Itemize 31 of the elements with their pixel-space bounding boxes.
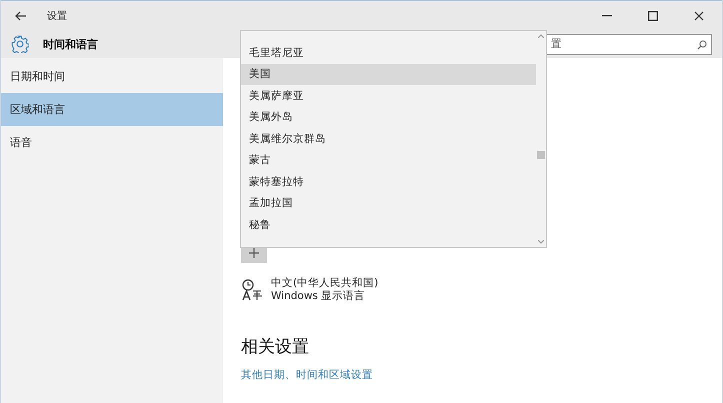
- add-language-button[interactable]: [241, 248, 267, 263]
- settings-link[interactable]: 其他日期、时间和区域设置: [241, 368, 373, 382]
- section-heading: 相关设置: [241, 336, 310, 358]
- search-field[interactable]: 置: [546, 34, 712, 54]
- scroll-up-icon[interactable]: [538, 34, 544, 38]
- dropdown-option[interactable]: 蒙古: [241, 150, 536, 171]
- plus-icon: [249, 248, 259, 258]
- back-arrow-icon[interactable]: [15, 10, 27, 20]
- sidebar-item[interactable]: 区域和语言: [1, 93, 223, 126]
- dropdown-option[interactable]: 蒙特塞拉特: [241, 171, 536, 192]
- dropdown-option[interactable]: 美属外岛: [241, 106, 536, 128]
- close-icon: [694, 10, 704, 20]
- scroll-down-icon[interactable]: [538, 240, 544, 244]
- settings-icon: [11, 35, 29, 53]
- sidebar-item[interactable]: 语音: [1, 126, 223, 159]
- scrollbar-thumb[interactable]: [537, 151, 545, 159]
- minimize-icon: [602, 14, 612, 16]
- sidebar-item[interactable]: 日期和时间: [1, 60, 223, 93]
- dropdown-option[interactable]: 美属维尔京群岛: [241, 128, 536, 150]
- dropdown-option[interactable]: 秘鲁: [241, 214, 536, 236]
- language-clock-icon: [241, 279, 263, 301]
- search-icon: [697, 40, 707, 50]
- dropdown-option[interactable]: 美属萨摩亚: [241, 85, 536, 106]
- dropdown-option[interactable]: 孟加拉国: [241, 192, 536, 214]
- window-title: 设置: [47, 10, 67, 22]
- dropdown-option[interactable]: 美国: [241, 64, 536, 85]
- page-title: 时间和语言: [43, 36, 98, 52]
- language-detail: Windows 显示语言: [271, 290, 366, 303]
- dropdown-option[interactable]: 毛里塔尼亚: [241, 42, 536, 64]
- maximize-icon: [648, 10, 658, 20]
- language-name: 中文(中华人民共和国): [271, 277, 378, 290]
